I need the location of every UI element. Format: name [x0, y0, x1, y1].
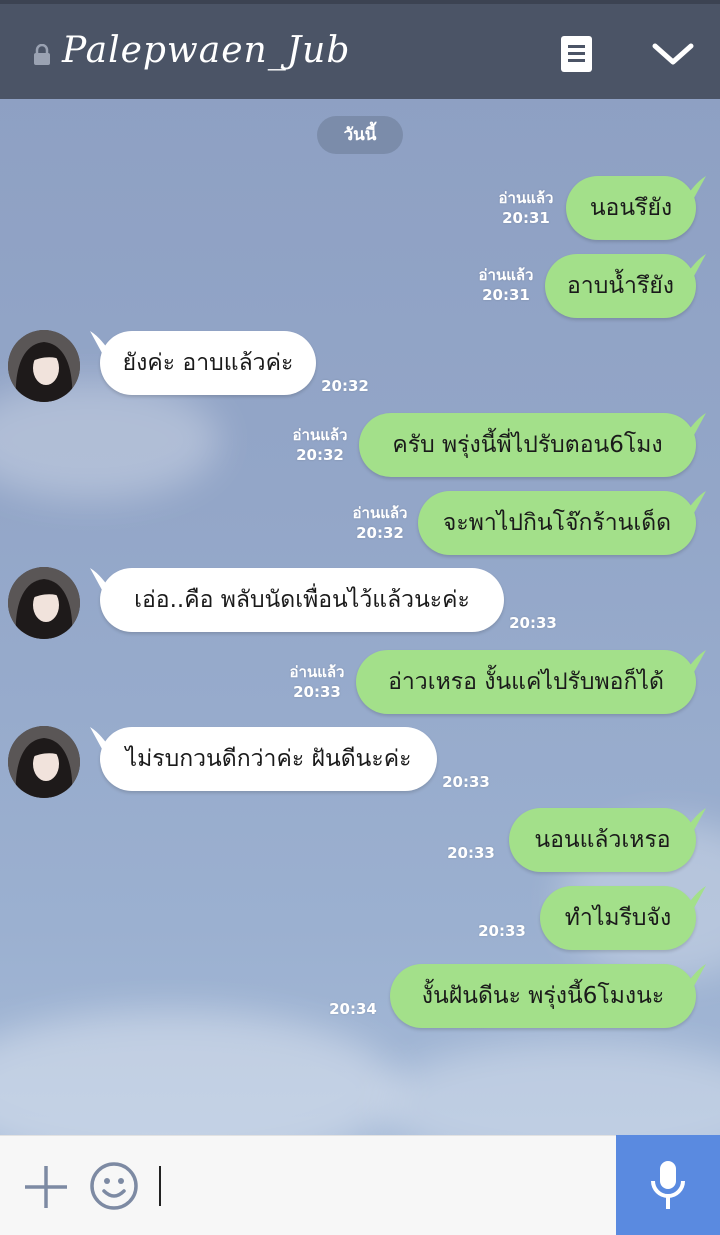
chevron-down-icon[interactable]	[650, 38, 696, 70]
message-time: 20:32	[296, 446, 344, 464]
my-message-bubble[interactable]: นอนรึยัง	[566, 176, 706, 240]
read-receipt: อ่านแล้ว	[289, 663, 345, 681]
my-message-bubble[interactable]: ครับ พรุ่งนี้พี่ไปรับตอน6โมง	[359, 413, 706, 477]
read-receipt: อ่านแล้ว	[478, 266, 534, 284]
message-time: 20:33	[509, 614, 557, 632]
my-message-bubble[interactable]: อ่าวเหรอ งั้นแค่ไปรับพอก็ได้	[356, 650, 706, 714]
message-meta: อ่านแล้ว 20:32	[288, 425, 352, 465]
message-time: 20:33	[293, 683, 341, 701]
message-text: ครับ พรุ่งนี้พี่ไปรับตอน6โมง	[392, 432, 663, 458]
my-message-bubble[interactable]: ทำไมรีบจัง	[540, 886, 706, 950]
read-receipt: อ่านแล้ว	[498, 189, 554, 207]
message-time: 20:31	[502, 209, 550, 227]
message-meta: อ่านแล้ว 20:32	[348, 503, 412, 543]
read-receipt: อ่านแล้ว	[292, 426, 348, 444]
date-divider: วันนี้	[317, 116, 403, 154]
message-text: อาบน้ำรึยัง	[566, 273, 675, 299]
contact-message-bubble[interactable]: ไม่รบกวนดีกว่าค่ะ ฝันดีนะค่ะ	[90, 727, 437, 791]
message-time: 20:32	[356, 524, 404, 542]
plus-icon[interactable]	[23, 1164, 69, 1210]
message-text: นอนแล้วเหรอ	[534, 827, 671, 853]
my-message-bubble[interactable]: จะพาไปกินโจ๊กร้านเด็ด	[418, 491, 706, 555]
my-message-bubble[interactable]: งั้นฝันดีนะ พรุ่งนี้6โมงนะ	[390, 964, 706, 1028]
lock-icon	[34, 44, 50, 65]
message-input-bar	[0, 1135, 616, 1235]
text-cursor	[159, 1166, 161, 1206]
contact-avatar[interactable]	[8, 567, 80, 639]
message-text: ยังค่ะ อาบแล้วค่ะ	[122, 350, 294, 376]
chat-title[interactable]: Palepwaen_Jub	[62, 30, 350, 71]
voice-button[interactable]	[616, 1135, 720, 1235]
message-text: ทำไมรีบจัง	[564, 905, 672, 931]
chat-screen: Palepwaen_Jub วันนี้ อ่านแล้ว 20:31 นอนร…	[0, 0, 720, 1235]
my-message-bubble[interactable]: อาบน้ำรึยัง	[545, 254, 706, 318]
my-message-bubble[interactable]: นอนแล้วเหรอ	[509, 808, 706, 872]
smiley-icon[interactable]	[89, 1161, 139, 1211]
message-text: งั้นฝันดีนะ พรุ่งนี้6โมงนะ	[421, 983, 665, 1009]
message-text: นอนรึยัง	[589, 195, 673, 221]
contact-message-bubble[interactable]: ยังค่ะ อาบแล้วค่ะ	[90, 331, 316, 395]
microphone-icon	[651, 1161, 685, 1209]
message-time: 20:32	[321, 377, 369, 395]
message-time: 20:33	[478, 922, 526, 940]
message-meta: อ่านแล้ว 20:33	[285, 662, 349, 702]
read-receipt: อ่านแล้ว	[352, 504, 408, 522]
message-meta: อ่านแล้ว 20:31	[496, 188, 556, 228]
message-input[interactable]	[160, 1156, 604, 1218]
message-time: 20:33	[442, 773, 490, 791]
message-time: 20:31	[482, 286, 530, 304]
message-text: ไม่รบกวนดีกว่าค่ะ ฝันดีนะค่ะ	[125, 746, 412, 772]
message-text: เอ่อ..คือ พลับนัดเพื่อนไว้แล้วนะค่ะ	[134, 587, 470, 613]
message-time: 20:34	[329, 1000, 377, 1018]
message-meta: อ่านแล้ว 20:31	[474, 265, 538, 305]
contact-avatar[interactable]	[8, 330, 80, 402]
contact-message-bubble[interactable]: เอ่อ..คือ พลับนัดเพื่อนไว้แล้วนะค่ะ	[90, 568, 504, 632]
message-time: 20:33	[447, 844, 495, 862]
message-text: อ่าวเหรอ งั้นแค่ไปรับพอก็ได้	[388, 669, 664, 695]
contact-avatar[interactable]	[8, 726, 80, 798]
chat-header: Palepwaen_Jub	[0, 0, 720, 99]
message-text: จะพาไปกินโจ๊กร้านเด็ด	[442, 510, 672, 536]
notes-icon[interactable]	[561, 36, 592, 72]
